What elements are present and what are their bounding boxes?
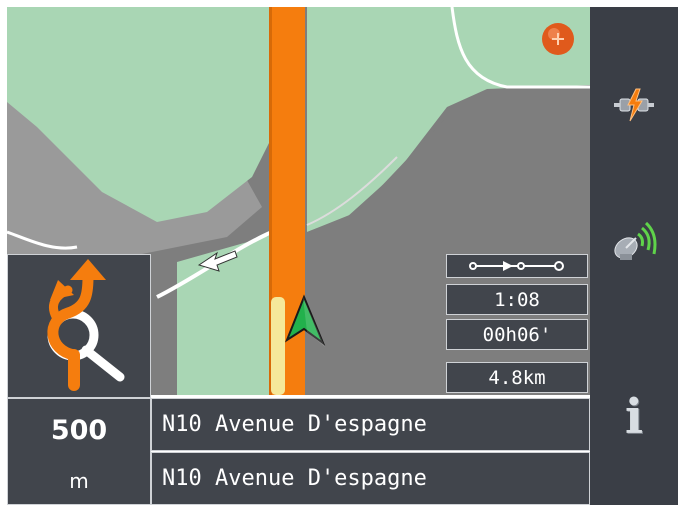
turn-distance-unit: m [69, 469, 89, 493]
compass-icon[interactable] [541, 22, 575, 56]
remaining-time: 00h06' [446, 319, 588, 350]
roundabout-turn-icon [47, 259, 125, 391]
info-icon: i [624, 389, 644, 445]
turn-distance-panel: 500 m [7, 398, 151, 505]
turn-distance-value: 500 [50, 415, 108, 446]
navigation-screen: 1:08 00h06' 4.8km 500 m N10 Avenue D'esp… [0, 0, 678, 512]
current-street-label: N10 Avenue D'espagne [151, 398, 590, 451]
arrival-time: 1:08 [446, 284, 588, 315]
satellite-signal-button[interactable] [590, 212, 678, 272]
sidebar: i [590, 7, 678, 505]
next-street-label: N10 Avenue D'espagne [151, 452, 590, 505]
next-turn-panel [7, 254, 151, 398]
route-info-panel: 1:08 00h06' 4.8km [446, 254, 588, 396]
remaining-distance: 4.8km [446, 362, 588, 393]
info-button[interactable]: i [590, 387, 678, 447]
gps-connection-icon [614, 88, 654, 122]
satellite-signal-icon [614, 221, 657, 260]
route-progress-icon [446, 254, 588, 278]
gps-connection-button[interactable] [590, 75, 678, 135]
